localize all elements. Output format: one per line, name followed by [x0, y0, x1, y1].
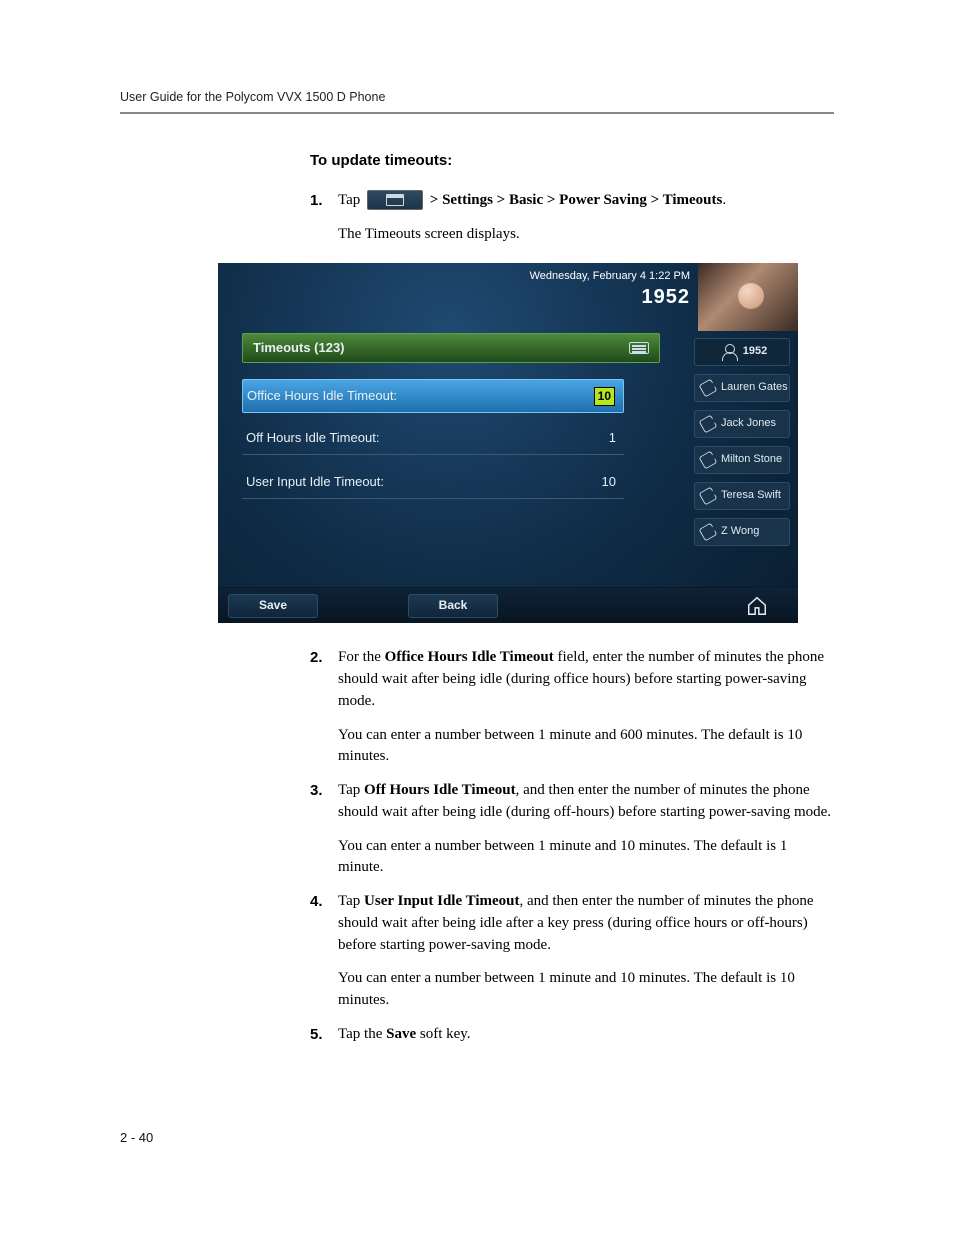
page-number: 2 - 40 [120, 1130, 153, 1145]
header-rule [120, 112, 834, 114]
phone-screen: Wednesday, February 4 1:22 PM 1952 Timeo… [218, 263, 798, 623]
home-icon [746, 595, 768, 617]
row-value-input[interactable]: 10 [594, 387, 615, 406]
side-label: 1952 [743, 344, 767, 360]
phone-status-bar: Wednesday, February 4 1:22 PM 1952 [530, 269, 690, 309]
step-5: 5. Tap the Save soft key. [310, 1024, 834, 1046]
row-label: Office Hours Idle Timeout: [247, 387, 397, 406]
text: Tap the [338, 1026, 386, 1042]
phone-side-panel: 1952 Lauren Gates Jack Jones [694, 338, 790, 546]
handset-icon [699, 487, 717, 505]
step-3: 3. Tap Off Hours Idle Timeout, and then … [310, 780, 834, 879]
bold-path: > Settings > Basic > Power Saving > Time… [430, 192, 723, 208]
running-header: User Guide for the Polycom VVX 1500 D Ph… [120, 90, 834, 104]
row-user-input[interactable]: User Input Idle Timeout: 10 [242, 467, 624, 499]
side-label: Z Wong [721, 524, 759, 540]
phone-title-bar[interactable]: Timeouts (123) [242, 333, 660, 363]
softkey-back[interactable]: Back [408, 594, 498, 618]
bold: Off Hours Idle Timeout [364, 782, 516, 798]
row-label: Off Hours Idle Timeout: [246, 429, 379, 448]
side-contact[interactable]: Teresa Swift [694, 482, 790, 510]
bold: Save [386, 1026, 416, 1042]
step-1-after: The Timeouts screen displays. [338, 224, 834, 246]
handset-icon [699, 415, 717, 433]
text: Tap [338, 192, 364, 208]
text: For the [338, 649, 385, 665]
bold: User Input Idle Timeout [364, 893, 519, 909]
softkey-save[interactable]: Save [228, 594, 318, 618]
handset-icon [699, 451, 717, 469]
side-label: Milton Stone [721, 452, 782, 468]
step-3-p2: You can enter a number between 1 minute … [338, 836, 834, 880]
row-office-hours[interactable]: Office Hours Idle Timeout: 10 [242, 379, 624, 413]
text: . [722, 192, 726, 208]
menu-icon [367, 190, 423, 210]
side-label: Jack Jones [721, 416, 776, 432]
step-1-line: Tap > Settings > Basic > Power Saving > … [338, 190, 834, 212]
step-number: 4. [310, 891, 323, 913]
body-content: To update timeouts: 1. Tap > Settings > … [310, 150, 834, 1046]
step-2-p1: For the Office Hours Idle Timeout field,… [338, 647, 834, 712]
handset-icon [699, 523, 717, 541]
step-3-p1: Tap Off Hours Idle Timeout, and then ent… [338, 780, 834, 824]
step-2-p2: You can enter a number between 1 minute … [338, 725, 834, 769]
step-2: 2. For the Office Hours Idle Timeout fie… [310, 647, 834, 768]
steps-list: 1. Tap > Settings > Basic > Power Saving… [310, 190, 834, 1046]
row-off-hours[interactable]: Off Hours Idle Timeout: 1 [242, 423, 624, 455]
step-5-p1: Tap the Save soft key. [338, 1024, 834, 1046]
side-contact[interactable]: Milton Stone [694, 446, 790, 474]
step-4: 4. Tap User Input Idle Timeout, and then… [310, 891, 834, 1012]
text: Tap [338, 782, 364, 798]
phone-extension: 1952 [530, 284, 690, 310]
step-number: 1. [310, 190, 323, 212]
row-value: 1 [609, 429, 616, 448]
text: soft key. [416, 1026, 470, 1042]
side-label: Lauren Gates [721, 380, 788, 396]
phone-title: Timeouts (123) [253, 339, 345, 358]
step-number: 5. [310, 1024, 323, 1046]
phone-selfview-photo [698, 263, 798, 331]
step-4-p2: You can enter a number between 1 minute … [338, 968, 834, 1012]
step-4-p1: Tap User Input Idle Timeout, and then en… [338, 891, 834, 956]
screenshot: Wednesday, February 4 1:22 PM 1952 Timeo… [218, 263, 798, 623]
step-number: 3. [310, 780, 323, 802]
row-label: User Input Idle Timeout: [246, 473, 384, 492]
side-label: Teresa Swift [721, 488, 781, 504]
side-contact[interactable]: Z Wong [694, 518, 790, 546]
row-value: 10 [602, 473, 616, 492]
phone-softkey-bar: Save Back [218, 587, 798, 623]
person-icon [721, 343, 739, 361]
handset-icon [699, 379, 717, 397]
keyboard-icon[interactable] [629, 342, 649, 354]
page: User Guide for the Polycom VVX 1500 D Ph… [0, 0, 954, 1235]
section-lead: To update timeouts: [310, 150, 834, 172]
bold: Office Hours Idle Timeout [385, 649, 554, 665]
phone-datetime: Wednesday, February 4 1:22 PM [530, 269, 690, 283]
side-contact[interactable]: Lauren Gates [694, 374, 790, 402]
step-number: 2. [310, 647, 323, 669]
home-button[interactable] [746, 595, 768, 617]
side-self-line[interactable]: 1952 [694, 338, 790, 366]
text: Tap [338, 893, 364, 909]
side-contact[interactable]: Jack Jones [694, 410, 790, 438]
step-1: 1. Tap > Settings > Basic > Power Saving… [310, 190, 834, 624]
